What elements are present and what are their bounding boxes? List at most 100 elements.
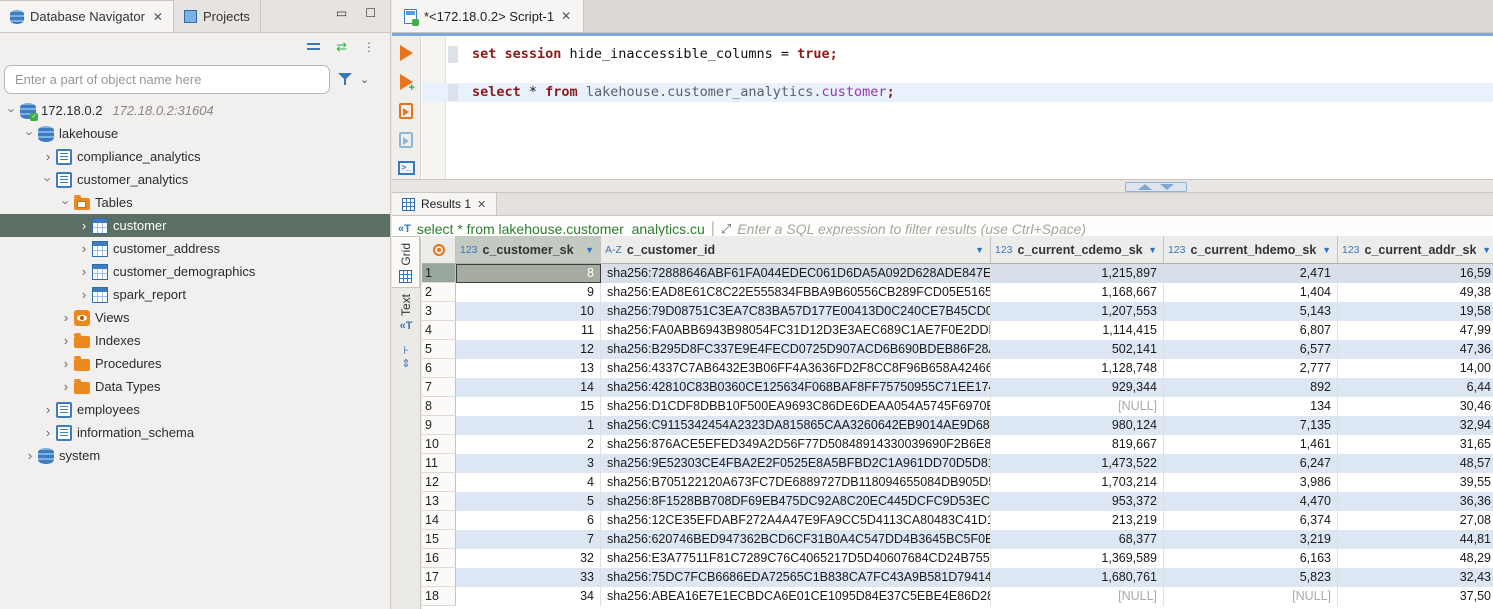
column-filter-dropdown-icon[interactable]: ▼ xyxy=(585,245,594,255)
tree-item-customer[interactable]: ›customer xyxy=(0,214,390,237)
row-number[interactable]: 4 xyxy=(422,321,456,340)
cell-c_customer_id[interactable]: sha256:79D08751C3EA7C83BA57D177E00413D0C… xyxy=(601,302,991,321)
editor-results-splitter[interactable] xyxy=(392,179,1493,193)
cell-c_customer_sk[interactable]: 11 xyxy=(456,321,601,340)
tree-item-tables[interactable]: ›Tables xyxy=(0,191,390,214)
tab-grid-presentation[interactable]: Grid xyxy=(392,236,420,288)
cell-c_current_hdemo_sk[interactable]: 134 xyxy=(1164,397,1338,416)
cell-c_current_cdemo_sk[interactable]: 213,219 xyxy=(991,511,1164,530)
cell-c_current_cdemo_sk[interactable]: 1,168,667 xyxy=(991,283,1164,302)
row-number[interactable]: 6 xyxy=(422,359,456,378)
cell-c_current_addr_sk[interactable]: 48,57 xyxy=(1338,454,1493,473)
row-number[interactable]: 14 xyxy=(422,511,456,530)
chevron-collapsed-icon[interactable]: › xyxy=(22,448,38,463)
tree-item-customer-analytics[interactable]: ›customer_analytics xyxy=(0,168,390,191)
chevron-collapsed-icon[interactable]: › xyxy=(76,287,92,302)
cell-c_customer_sk[interactable]: 14 xyxy=(456,378,601,397)
cell-c_current_cdemo_sk[interactable]: 1,215,897 xyxy=(991,264,1164,283)
row-number[interactable]: 3 xyxy=(422,302,456,321)
close-icon[interactable]: ✕ xyxy=(153,10,163,24)
tree-item-system[interactable]: ›system xyxy=(0,444,390,467)
cell-c_current_cdemo_sk[interactable]: 929,344 xyxy=(991,378,1164,397)
chevron-collapsed-icon[interactable]: › xyxy=(76,264,92,279)
cell-c_current_hdemo_sk[interactable]: [NULL] xyxy=(1164,587,1338,606)
cell-c_current_addr_sk[interactable]: 37,50 xyxy=(1338,587,1493,606)
chevron-collapsed-icon[interactable]: › xyxy=(58,356,74,371)
cell-c_current_cdemo_sk[interactable]: [NULL] xyxy=(991,587,1164,606)
cell-c_current_addr_sk[interactable]: 27,08 xyxy=(1338,511,1493,530)
tree-item-information-schema[interactable]: ›information_schema xyxy=(0,421,390,444)
panel-toggle-icon[interactable]: ⊦⇕ xyxy=(392,344,420,370)
row-number[interactable]: 2 xyxy=(422,283,456,302)
cell-c_current_addr_sk[interactable]: 44,81 xyxy=(1338,530,1493,549)
cell-c_current_hdemo_sk[interactable]: 6,577 xyxy=(1164,340,1338,359)
cell-c_current_cdemo_sk[interactable]: 68,377 xyxy=(991,530,1164,549)
column-filter-dropdown-icon[interactable]: ▼ xyxy=(1482,245,1491,255)
chevron-expanded-icon[interactable]: › xyxy=(41,172,56,188)
execute-statement-button[interactable] xyxy=(400,45,413,61)
cell-c_customer_sk[interactable]: 15 xyxy=(456,397,601,416)
cell-c_current_cdemo_sk[interactable]: 1,369,589 xyxy=(991,549,1164,568)
tree-item-172.18.0.2[interactable]: ›172.18.0.2172.18.0.2:31604 xyxy=(0,99,390,122)
tab-database-navigator[interactable]: Database Navigator ✕ xyxy=(0,0,174,32)
cell-c_current_hdemo_sk[interactable]: 1,461 xyxy=(1164,435,1338,454)
chevron-collapsed-icon[interactable]: › xyxy=(76,241,92,256)
cell-c_current_cdemo_sk[interactable]: 1,114,415 xyxy=(991,321,1164,340)
cell-c_customer_id[interactable]: sha256:4337C7AB6432E3B06FF4A3636FD2F8CC8… xyxy=(601,359,991,378)
fold-marker[interactable] xyxy=(448,84,458,101)
cell-c_current_hdemo_sk[interactable]: 5,143 xyxy=(1164,302,1338,321)
cell-c_customer_id[interactable]: sha256:75DC7FCB6686EDA72565C1B838CA7FC43… xyxy=(601,568,991,587)
chevron-expanded-icon[interactable]: › xyxy=(23,126,38,142)
search-input[interactable] xyxy=(4,65,330,94)
cell-c_current_addr_sk[interactable]: 47,36 xyxy=(1338,340,1493,359)
tree-item-indexes[interactable]: ›Indexes xyxy=(0,329,390,352)
cell-c_customer_id[interactable]: sha256:8F1528BB708DF69EB475DC92A8C20EC44… xyxy=(601,492,991,511)
row-number[interactable]: 12 xyxy=(422,473,456,492)
cell-c_customer_sk[interactable]: 13 xyxy=(456,359,601,378)
column-header-c_current_addr_sk[interactable]: 123c_current_addr_sk▼ xyxy=(1338,236,1493,263)
row-number[interactable]: 1 xyxy=(422,264,456,283)
row-number[interactable]: 8 xyxy=(422,397,456,416)
code-area[interactable]: set session hide_inaccessible_columns = … xyxy=(422,36,1493,179)
minimize-icon[interactable]: ▭ xyxy=(336,6,347,20)
cell-c_current_addr_sk[interactable]: 19,58 xyxy=(1338,302,1493,321)
cell-c_customer_sk[interactable]: 2 xyxy=(456,435,601,454)
chevron-collapsed-icon[interactable]: › xyxy=(40,149,56,164)
cell-c_customer_sk[interactable]: 34 xyxy=(456,587,601,606)
code-line[interactable]: set session hide_inaccessible_columns = … xyxy=(422,45,1493,64)
cell-c_customer_id[interactable]: sha256:620746BED947362BCD6CF31B0A4C547DD… xyxy=(601,530,991,549)
cell-c_customer_id[interactable]: sha256:B705122120A673FC7DE6889727DB11809… xyxy=(601,473,991,492)
cell-c_current_hdemo_sk[interactable]: 3,219 xyxy=(1164,530,1338,549)
cell-c_current_hdemo_sk[interactable]: 7,135 xyxy=(1164,416,1338,435)
chevron-collapsed-icon[interactable]: › xyxy=(58,379,74,394)
column-filter-dropdown-icon[interactable]: ▼ xyxy=(975,245,984,255)
collapse-up-icon[interactable] xyxy=(1138,184,1152,190)
tree-item-spark-report[interactable]: ›spark_report xyxy=(0,283,390,306)
row-number[interactable]: 16 xyxy=(422,549,456,568)
chevron-expanded-icon[interactable]: › xyxy=(5,103,20,119)
cell-c_current_addr_sk[interactable]: 30,46 xyxy=(1338,397,1493,416)
maximize-icon[interactable]: ☐ xyxy=(365,6,376,20)
code-line[interactable]: select * from lakehouse.customer_analyti… xyxy=(422,83,1493,102)
cell-c_customer_id[interactable]: sha256:ABEA16E7E1ECBDCA6E01CE1095D84E37C… xyxy=(601,587,991,606)
tree-item-views[interactable]: ›Views xyxy=(0,306,390,329)
cell-c_current_hdemo_sk[interactable]: 1,404 xyxy=(1164,283,1338,302)
cell-c_current_cdemo_sk[interactable]: 1,207,553 xyxy=(991,302,1164,321)
row-number[interactable]: 10 xyxy=(422,435,456,454)
cell-c_customer_sk[interactable]: 3 xyxy=(456,454,601,473)
cell-c_customer_sk[interactable]: 5 xyxy=(456,492,601,511)
cell-c_customer_id[interactable]: sha256:12CE35EFDABF272A4A47E9FA9CC5D4113… xyxy=(601,511,991,530)
cell-c_customer_id[interactable]: sha256:EAD8E61C8C22E555834FBBA9B60556CB2… xyxy=(601,283,991,302)
chevron-expanded-icon[interactable]: › xyxy=(59,195,74,211)
tree-item-customer-address[interactable]: ›customer_address xyxy=(0,237,390,260)
cell-c_current_addr_sk[interactable]: 39,55 xyxy=(1338,473,1493,492)
column-filter-dropdown-icon[interactable]: ▼ xyxy=(1148,245,1157,255)
cell-c_current_addr_sk[interactable]: 36,36 xyxy=(1338,492,1493,511)
filter-expression-input[interactable] xyxy=(737,221,1493,237)
row-number[interactable]: 5 xyxy=(422,340,456,359)
column-filter-dropdown-icon[interactable]: ▼ xyxy=(1322,245,1331,255)
cell-c_current_hdemo_sk[interactable]: 4,470 xyxy=(1164,492,1338,511)
chevron-down-icon[interactable]: ⌄ xyxy=(360,73,369,86)
cell-c_current_hdemo_sk[interactable]: 2,471 xyxy=(1164,264,1338,283)
chevron-collapsed-icon[interactable]: › xyxy=(76,218,92,233)
